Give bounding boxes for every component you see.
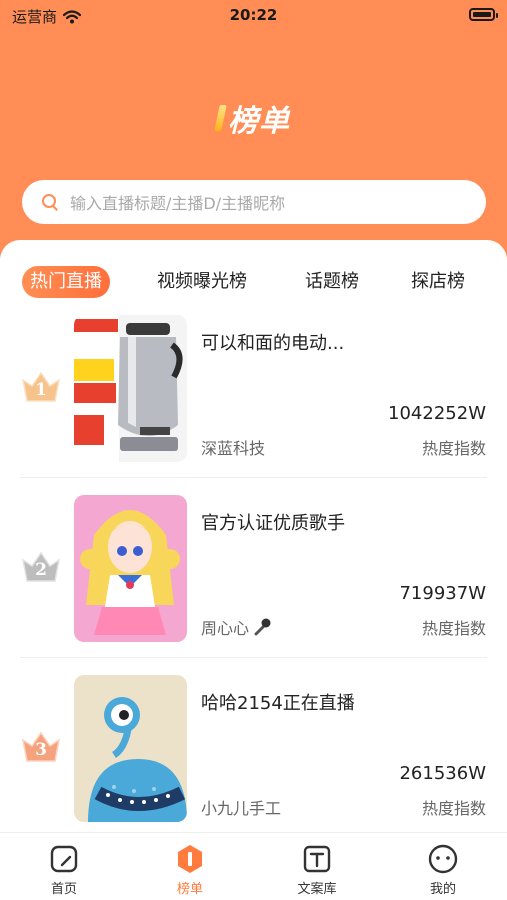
divider (20, 657, 487, 658)
nav-label: 文案库 (297, 882, 337, 897)
rank-icon (178, 845, 202, 873)
rank-silver-crown-icon: 2 (20, 550, 62, 584)
anchor-name-text: 小九儿手工 (201, 799, 282, 818)
rank-number: 3 (35, 740, 47, 760)
heat-value: 1042252W (388, 403, 486, 424)
craft-thumbnail[interactable] (74, 675, 187, 822)
product-thumbnail[interactable] (74, 315, 187, 462)
nav-label: 我的 (429, 882, 456, 897)
tab-video-exposure[interactable]: 视频曝光榜 (157, 266, 247, 298)
tab-store-visit[interactable]: 探店榜 (411, 266, 465, 298)
rank-bronze-crown-icon: 3 (20, 730, 62, 764)
nav-home[interactable]: 首页 (24, 843, 104, 897)
tab-hot-live[interactable]: 热门直播 (22, 266, 110, 298)
title-accent-icon (214, 105, 227, 131)
item-title: 哈哈2154正在直播 (201, 693, 355, 714)
nav-copy-library[interactable]: 文案库 (277, 843, 357, 897)
heat-label: 热度指数 (421, 799, 486, 818)
item-title: 官方认证优质歌手 (201, 513, 345, 534)
singer-thumbnail[interactable] (74, 495, 187, 642)
page-title-text: 榜单 (228, 104, 290, 139)
page-title-area: 榜单 (0, 96, 507, 140)
heat-value: 261536W (399, 763, 486, 784)
rank-number: 2 (35, 560, 47, 580)
nav-ranking[interactable]: 榜单 (150, 843, 230, 897)
anchor-name: 周心心 (201, 615, 272, 639)
anchor-name-text: 深蓝科技 (201, 439, 266, 458)
search-input[interactable]: 输入直播标题/主播D/主播昵称 (22, 180, 486, 224)
search-placeholder: 输入直播标题/主播D/主播昵称 (70, 194, 286, 213)
nav-label: 榜单 (176, 882, 203, 897)
anchor-name: 小九儿手工 (201, 795, 281, 819)
item-title: 可以和面的电动... (201, 333, 345, 354)
rank-gold-crown-icon: 1 (20, 370, 62, 404)
page-title: 榜单 (214, 96, 290, 140)
text-icon (303, 845, 331, 873)
nav-label: 首页 (50, 882, 77, 897)
profile-icon (428, 844, 458, 874)
heat-label: 热度指数 (421, 439, 486, 458)
rank-number: 1 (35, 380, 47, 400)
anchor-name: 深蓝科技 (201, 435, 265, 459)
tab-topics[interactable]: 话题榜 (305, 266, 359, 298)
ranking-item[interactable]: 2 官方认证优质歌手 719937W 周心心 热度指数 (0, 495, 507, 675)
ranking-panel: 热门直播 视频曝光榜 话题榜 探店榜 1 可以和面的电动... 1042252W… (0, 240, 507, 832)
nav-profile[interactable]: 我的 (403, 843, 483, 897)
bottom-nav: 首页 榜单 文案库 我的 (0, 832, 507, 900)
ranking-item[interactable]: 3 哈哈2154正在直播 261536W 小九儿手工 热度指数 (0, 675, 507, 832)
ranking-item[interactable]: 1 可以和面的电动... 1042252W 深蓝科技 热度指数 (0, 315, 507, 495)
home-icon (50, 845, 78, 873)
status-bar: 运营商 20:22 (0, 0, 507, 30)
status-time: 20:22 (229, 6, 278, 24)
anchor-name-text: 周心心 (201, 619, 250, 638)
search-icon (42, 194, 58, 210)
microphone-icon (254, 618, 271, 636)
tab-bar: 热门直播 视频曝光榜 话题榜 探店榜 (0, 264, 507, 300)
battery-icon (469, 8, 498, 21)
heat-label: 热度指数 (421, 619, 486, 638)
heat-value: 719937W (399, 583, 486, 604)
divider (20, 477, 487, 478)
